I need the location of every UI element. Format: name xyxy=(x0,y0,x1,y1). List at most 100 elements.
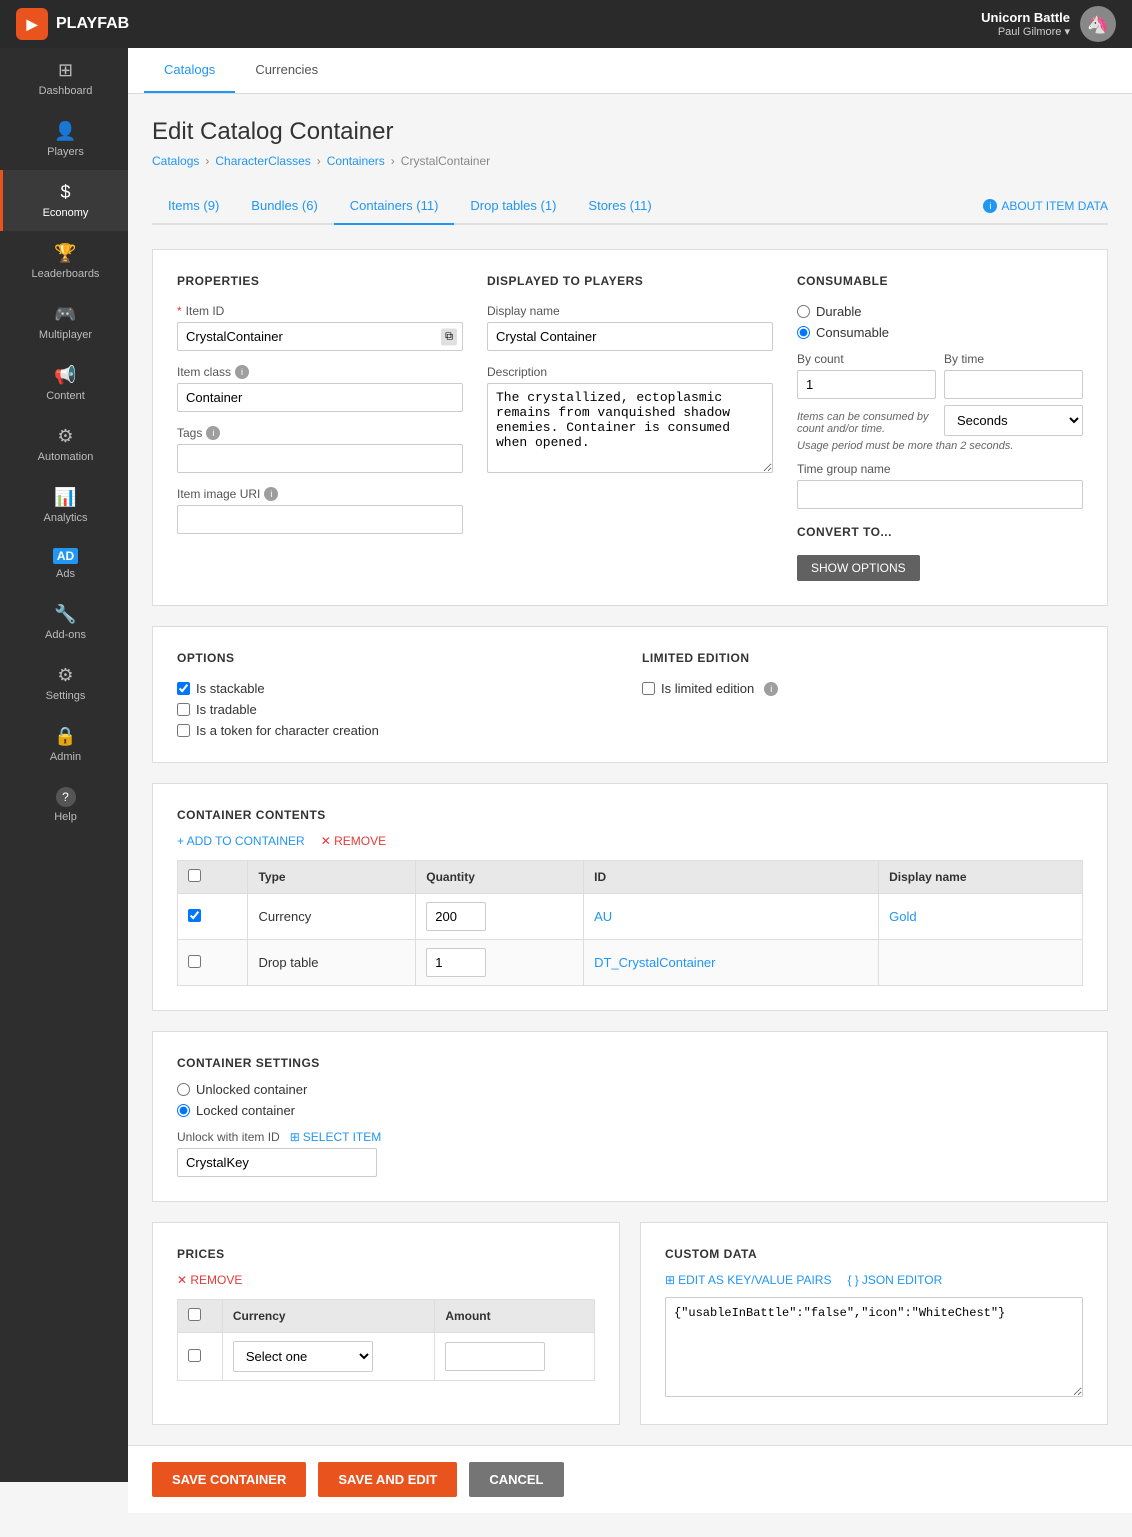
item-class-input[interactable] xyxy=(177,383,463,412)
by-time-input[interactable] xyxy=(944,370,1083,399)
multiplayer-icon: 🎮 xyxy=(54,304,76,325)
unlock-item-input[interactable] xyxy=(177,1148,377,1177)
is-limited-edition-checkbox[interactable] xyxy=(642,682,655,695)
top-nav: ▶ PLAYFAB Unicorn Battle Paul Gilmore ▾ … xyxy=(0,0,1132,48)
breadcrumb-catalogs[interactable]: Catalogs xyxy=(152,154,199,168)
by-count-input[interactable] xyxy=(797,370,936,399)
sidebar-item-analytics[interactable]: 📊 Analytics xyxy=(0,475,128,536)
item-image-uri-input[interactable] xyxy=(177,505,463,534)
sidebar-item-admin[interactable]: 🔒 Admin xyxy=(0,714,128,775)
item-class-info-icon[interactable]: i xyxy=(235,365,249,379)
is-limited-info-icon[interactable]: i xyxy=(764,682,778,696)
col-checkbox xyxy=(178,861,248,894)
row2-checkbox[interactable] xyxy=(188,955,201,968)
is-stackable-checkbox[interactable] xyxy=(177,682,190,695)
save-and-edit-button[interactable]: SAVE AND EDIT xyxy=(318,1462,457,1497)
json-editor-link[interactable]: { } JSON EDITOR xyxy=(847,1273,942,1287)
sidebar-item-content[interactable]: 📢 Content xyxy=(0,353,128,414)
time-unit-select[interactable]: Seconds Minutes Hours Days xyxy=(944,405,1083,436)
time-group-name-input[interactable] xyxy=(797,480,1083,509)
save-container-button[interactable]: SAVE CONTAINER xyxy=(152,1462,306,1497)
price-row-checkbox[interactable] xyxy=(188,1349,201,1362)
description-input[interactable]: The crystallized, ectoplasmic remains fr… xyxy=(487,383,773,473)
breadcrumb-containers[interactable]: Containers xyxy=(327,154,385,168)
custom-data-textarea[interactable]: {"usableInBattle":"false","icon":"WhiteC… xyxy=(665,1297,1083,1397)
row2-id-link[interactable]: DT_CrystalContainer xyxy=(594,955,715,970)
sidebar-item-label: Automation xyxy=(38,451,94,463)
sidebar-item-players[interactable]: 👤 Players xyxy=(0,109,128,170)
user-menu[interactable]: Unicorn Battle Paul Gilmore ▾ 🦄 xyxy=(981,6,1116,42)
select-all-checkbox[interactable] xyxy=(188,869,201,882)
durable-option[interactable]: Durable xyxy=(797,304,1083,319)
row1-id-link[interactable]: AU xyxy=(594,909,612,924)
sidebar-item-economy[interactable]: $ Economy xyxy=(0,170,128,231)
locked-radio[interactable] xyxy=(177,1104,190,1117)
tab-currencies[interactable]: Currencies xyxy=(235,48,338,93)
prices-select-all[interactable] xyxy=(188,1308,201,1321)
cancel-button[interactable]: CANCEL xyxy=(469,1462,563,1497)
logo: ▶ PLAYFAB xyxy=(16,8,129,40)
remove-container-link[interactable]: ✕ REMOVE xyxy=(321,834,386,848)
sidebar-item-ads[interactable]: AD Ads xyxy=(0,536,128,592)
page-title: Edit Catalog Container xyxy=(152,118,1108,146)
is-limited-edition-option[interactable]: Is limited edition i xyxy=(642,681,1083,696)
row1-checkbox[interactable] xyxy=(188,909,201,922)
sidebar-item-multiplayer[interactable]: 🎮 Multiplayer xyxy=(0,292,128,353)
prices-remove-link[interactable]: ✕ REMOVE xyxy=(177,1273,242,1287)
consumable-option[interactable]: Consumable xyxy=(797,325,1083,340)
show-options-button[interactable]: SHOW OPTIONS xyxy=(797,555,920,581)
price-amount-input[interactable] xyxy=(445,1342,545,1371)
sub-tab-bundles[interactable]: Bundles (6) xyxy=(235,188,333,225)
consumable-radio[interactable] xyxy=(797,326,810,339)
is-token-checkbox[interactable] xyxy=(177,724,190,737)
description-label: Description xyxy=(487,365,773,379)
unlocked-container-option[interactable]: Unlocked container xyxy=(177,1082,1083,1097)
sub-tab-stores[interactable]: Stores (11) xyxy=(572,188,667,225)
is-stackable-option[interactable]: Is stackable xyxy=(177,681,618,696)
item-image-uri-info-icon[interactable]: i xyxy=(264,487,278,501)
convert-to-section: CONVERT TO... SHOW OPTIONS xyxy=(797,525,1083,581)
sidebar-item-help[interactable]: ? Help xyxy=(0,775,128,835)
unlocked-radio[interactable] xyxy=(177,1083,190,1096)
content-area: Edit Catalog Container Catalogs › Charac… xyxy=(128,94,1132,1537)
select-item-link[interactable]: ⊞ SELECT ITEM xyxy=(290,1130,382,1144)
display-name-input[interactable] xyxy=(487,322,773,351)
is-tradable-option[interactable]: Is tradable xyxy=(177,702,618,717)
item-id-input[interactable] xyxy=(177,322,463,351)
tags-info-icon[interactable]: i xyxy=(206,426,220,440)
row1-quantity-input[interactable] xyxy=(426,902,486,931)
durable-radio[interactable] xyxy=(797,305,810,318)
sub-tab-items[interactable]: Items (9) xyxy=(152,188,235,225)
tab-catalogs[interactable]: Catalogs xyxy=(144,48,235,93)
sidebar-item-settings[interactable]: ⚙ Settings xyxy=(0,653,128,714)
about-item-data-link[interactable]: i ABOUT ITEM DATA xyxy=(983,189,1108,223)
sidebar: ⊞ Dashboard 👤 Players $ Economy 🏆 Leader… xyxy=(0,48,128,1482)
is-tradable-checkbox[interactable] xyxy=(177,703,190,716)
breadcrumb-characterclasses[interactable]: CharacterClasses xyxy=(215,154,310,168)
container-contents-table: Type Quantity ID Display name Currency A… xyxy=(177,860,1083,986)
content-icon: 📢 xyxy=(54,365,76,386)
row1-display-name-link[interactable]: Gold xyxy=(889,909,916,924)
unlock-label-row: Unlock with item ID ⊞ SELECT ITEM xyxy=(177,1130,1083,1144)
copy-button[interactable]: ⧉ xyxy=(441,328,457,345)
key-value-pairs-link[interactable]: ⊞ EDIT AS KEY/VALUE PAIRS xyxy=(665,1273,831,1287)
locked-container-option[interactable]: Locked container xyxy=(177,1103,1083,1118)
by-count-field: By count xyxy=(797,352,936,399)
description-field: Description The crystallized, ectoplasmi… xyxy=(487,365,773,476)
is-token-option[interactable]: Is a token for character creation xyxy=(177,723,618,738)
row2-quantity-input[interactable] xyxy=(426,948,486,977)
avatar[interactable]: 🦄 xyxy=(1080,6,1116,42)
tags-label: Tags i xyxy=(177,426,463,440)
sub-tab-droptables[interactable]: Drop tables (1) xyxy=(454,188,572,225)
sub-tab-containers[interactable]: Containers (11) xyxy=(334,188,455,225)
sidebar-item-leaderboards[interactable]: 🏆 Leaderboards xyxy=(0,231,128,292)
item-id-label: * Item ID xyxy=(177,304,463,318)
options-col: OPTIONS Is stackable Is tradable Is a to… xyxy=(177,651,618,738)
tags-input[interactable] xyxy=(177,444,463,473)
add-to-container-link[interactable]: + ADD TO CONTAINER xyxy=(177,834,305,848)
currency-select[interactable]: Select one xyxy=(233,1341,373,1372)
main-wrapper: Catalogs Currencies Edit Catalog Contain… xyxy=(128,48,1132,1537)
sidebar-item-dashboard[interactable]: ⊞ Dashboard xyxy=(0,48,128,109)
sidebar-item-automation[interactable]: ⚙ Automation xyxy=(0,414,128,475)
sidebar-item-addons[interactable]: 🔧 Add-ons xyxy=(0,592,128,653)
